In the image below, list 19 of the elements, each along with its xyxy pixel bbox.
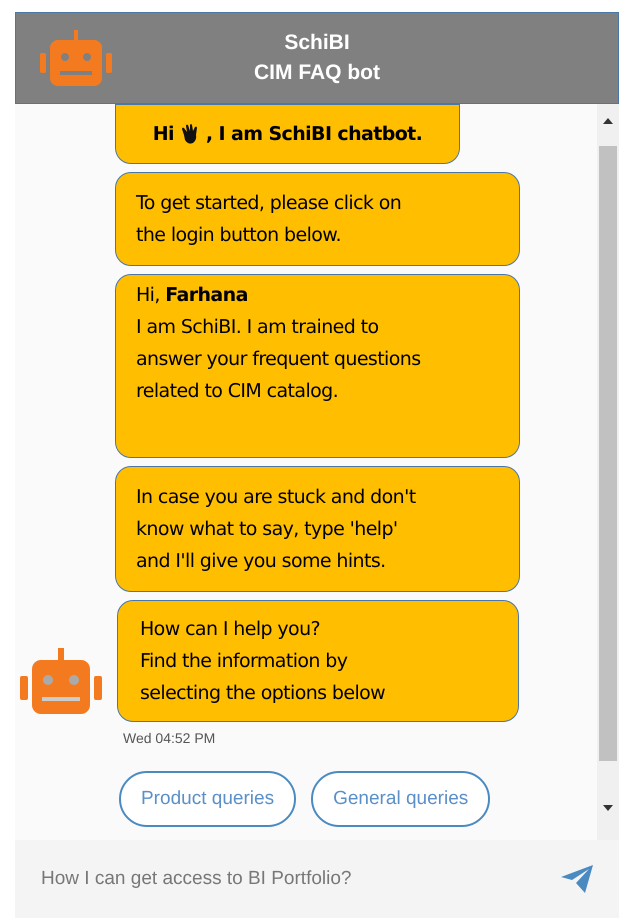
message-bubble: How can I help you? Find the information by selecting the options below [117,600,519,722]
bot-name: SchiBI [284,30,350,56]
quick-reply-button[interactable]: Product queries [119,771,296,827]
scroll-down-icon[interactable] [603,805,613,811]
send-icon[interactable] [561,865,593,893]
message-timestamp: Wed 04:52 PM [123,729,216,748]
scroll-up-icon[interactable] [603,118,613,124]
scrollbar[interactable] [597,104,619,840]
message-input[interactable]: How I can get access to BI Portfolio? [15,840,619,918]
waving-hand-icon [180,123,200,145]
bot-subtitle: CIM FAQ bot [254,60,380,86]
message-bubble: To get started, please click on the login button below. [115,172,520,266]
message-bubble: Hi, Farhana I am SchiBI. I am trained to answer your frequent questions related to CIM catalog. [115,274,520,458]
robot-icon [40,30,112,88]
message-bubble: In case you are stuck and don't know what to say, type 'help' and I'll give you some hints. [115,466,520,592]
scrollbar-thumb[interactable] [599,146,617,761]
greeting-text: , I am SchiBI chatbot. [206,122,422,147]
greeting-text: Hi [152,122,174,147]
quick-reply-button[interactable]: General queries [311,771,490,827]
